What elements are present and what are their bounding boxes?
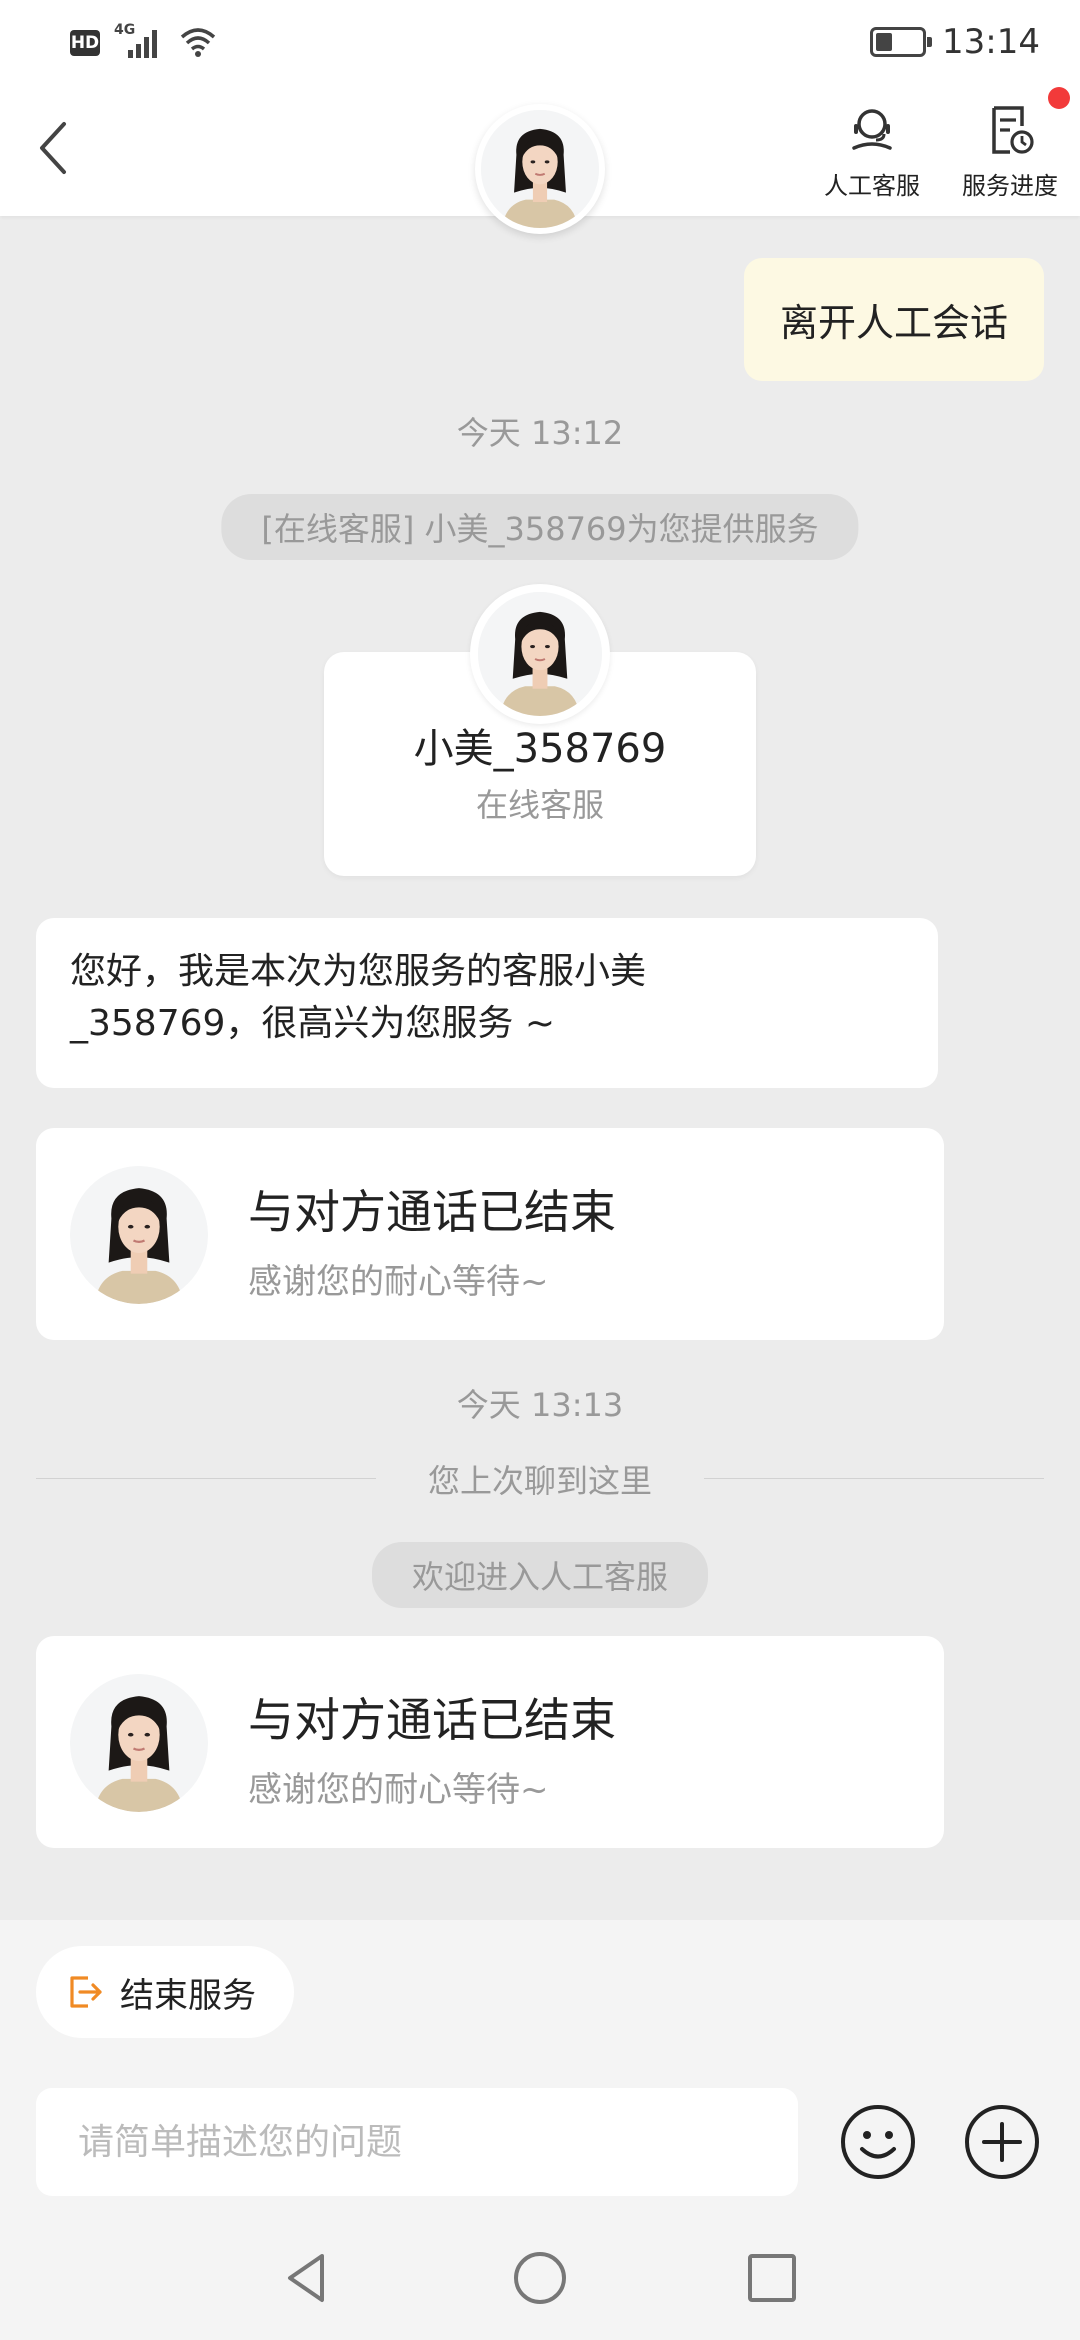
agent-avatar bbox=[70, 1166, 208, 1304]
more-button[interactable] bbox=[962, 2102, 1042, 2182]
nav-recents-icon bbox=[748, 2254, 796, 2302]
hd-badge: HD bbox=[70, 30, 100, 56]
notification-dot bbox=[1048, 87, 1070, 109]
document-clock-icon bbox=[992, 106, 1034, 154]
nav-recents-button[interactable] bbox=[740, 2246, 804, 2310]
nav-back-icon bbox=[288, 2254, 324, 2302]
system-nav-bar bbox=[0, 2216, 1080, 2340]
plus-circle-icon bbox=[965, 2105, 1039, 2179]
system-notice: [在线客服] 小美_358769为您提供服务 bbox=[221, 494, 859, 560]
agent-avatar[interactable] bbox=[470, 584, 610, 724]
progress-label: 服务进度 bbox=[962, 172, 1058, 200]
end-service-label: 结束服务 bbox=[120, 1975, 256, 2016]
agent-message-bubble: 您好，我是本次为您服务的客服小美 _358769，很高兴为您服务 ~ bbox=[36, 918, 938, 1088]
chat-header: 人工客服 服务进度 bbox=[0, 88, 1080, 234]
chat-area[interactable]: 离开人工会话 今天 13:12 [在线客服] 小美_358769为您提供服务 小… bbox=[0, 216, 1080, 1920]
timestamp: 今天 13:12 bbox=[456, 414, 624, 452]
back-button[interactable] bbox=[34, 118, 74, 178]
last-read-divider: 您上次聊到这里 bbox=[36, 1456, 1044, 1500]
nav-home-button[interactable] bbox=[508, 2246, 572, 2310]
battery-icon bbox=[870, 27, 933, 57]
back-arrow-icon bbox=[40, 122, 66, 174]
agent-name: 小美_358769 bbox=[413, 726, 667, 772]
agent-avatar-header[interactable] bbox=[475, 104, 605, 234]
emoji-button[interactable] bbox=[838, 2102, 918, 2182]
call-ended-card: 与对方通话已结束 感谢您的耐心等待~ bbox=[36, 1128, 944, 1340]
welcome-notice: 欢迎进入人工客服 bbox=[371, 1542, 709, 1608]
call-ended-card: 与对方通话已结束 感谢您的耐心等待~ bbox=[36, 1636, 944, 1848]
headset-icon bbox=[852, 109, 892, 150]
divider-line bbox=[704, 1478, 1044, 1479]
nav-back-button[interactable] bbox=[276, 2246, 340, 2310]
input-area: 结束服务 bbox=[0, 1920, 1080, 2216]
nav-home-icon bbox=[514, 2252, 566, 2304]
card-title: 与对方通话已结束 bbox=[248, 1185, 616, 1239]
message-line: _358769，很高兴为您服务 ~ bbox=[70, 1003, 556, 1044]
exit-icon bbox=[70, 1976, 102, 2008]
signal-icon: 4G bbox=[114, 22, 164, 60]
support-label: 人工客服 bbox=[824, 172, 920, 200]
agent-avatar bbox=[70, 1674, 208, 1812]
status-right: 13:14 bbox=[870, 22, 1040, 62]
card-subtitle: 感谢您的耐心等待~ bbox=[248, 1770, 549, 1810]
wifi-icon bbox=[178, 24, 218, 62]
card-subtitle: 感谢您的耐心等待~ bbox=[248, 1262, 549, 1302]
status-time: 13:14 bbox=[942, 22, 1040, 62]
message-input[interactable] bbox=[36, 2088, 798, 2196]
status-bar: HD 4G 13:14 bbox=[0, 0, 1080, 88]
status-left: HD 4G bbox=[70, 22, 218, 62]
support-button[interactable]: 人工客服 bbox=[812, 102, 932, 201]
user-message-bubble: 离开人工会话 bbox=[743, 258, 1044, 381]
timestamp: 今天 13:13 bbox=[456, 1386, 624, 1424]
smiley-icon bbox=[841, 2105, 915, 2179]
end-service-button[interactable]: 结束服务 bbox=[36, 1946, 294, 2038]
card-title: 与对方通话已结束 bbox=[248, 1693, 616, 1747]
divider-text: 您上次聊到这里 bbox=[427, 1462, 652, 1500]
agent-role: 在线客服 bbox=[475, 786, 604, 824]
service-progress-button[interactable]: 服务进度 bbox=[950, 102, 1070, 201]
message-line: 您好，我是本次为您服务的客服小美 bbox=[70, 951, 647, 992]
